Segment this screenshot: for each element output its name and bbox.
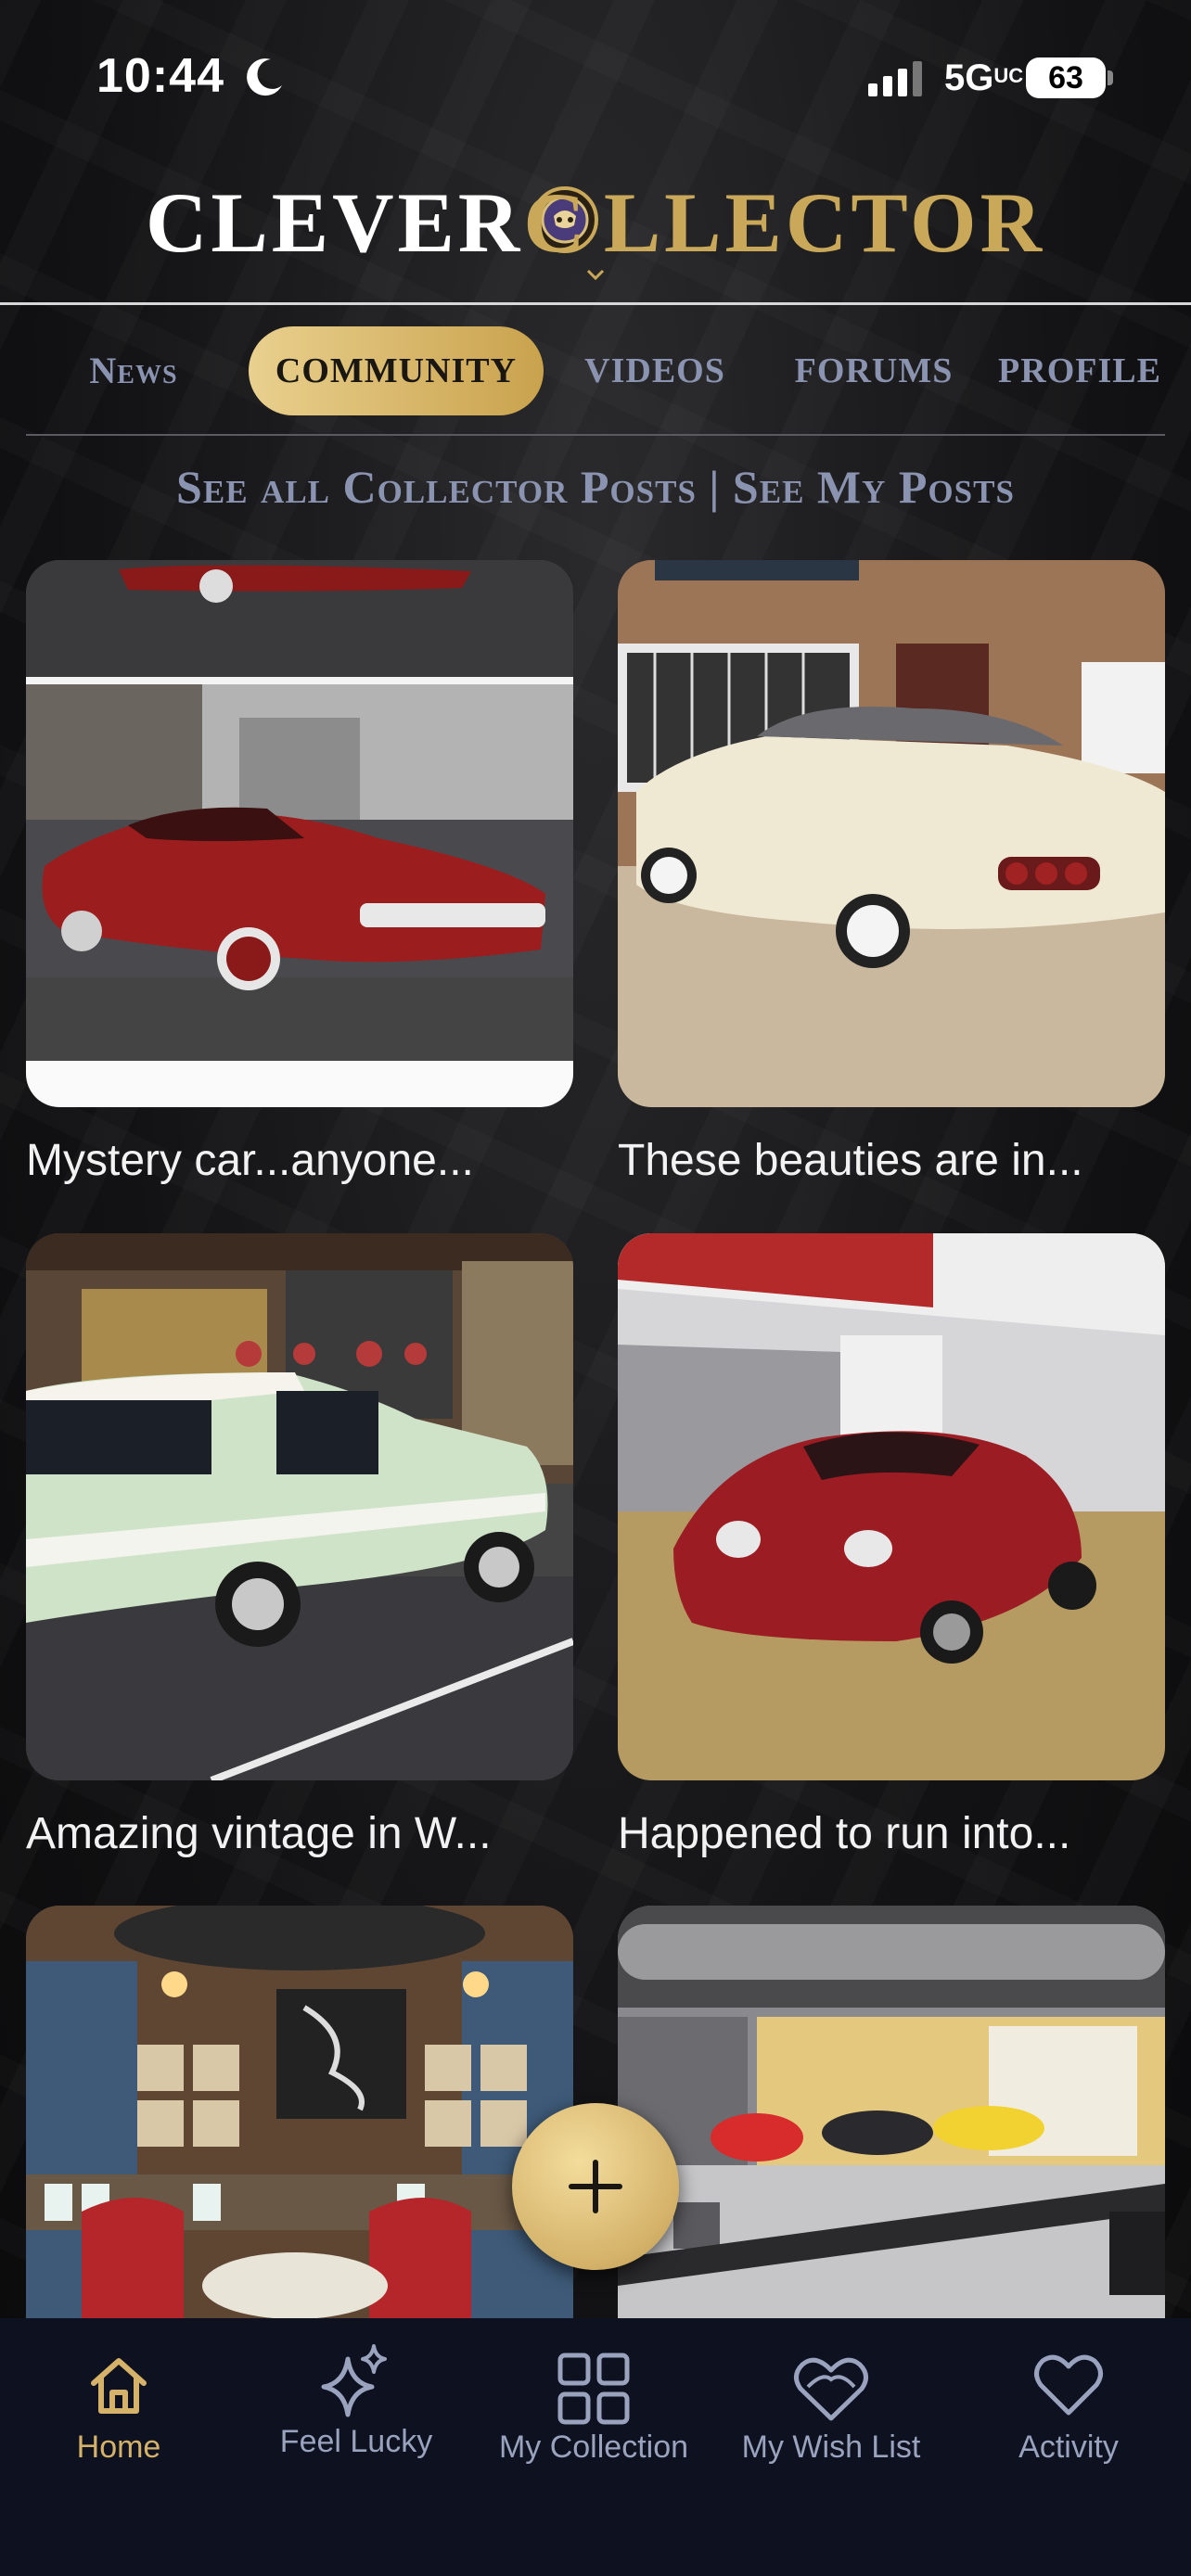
header-divider	[0, 302, 1191, 305]
post-image[interactable]	[26, 1906, 573, 2318]
links-separator: |	[709, 461, 721, 513]
posts-filter-links: See all Collector Posts | See My Posts	[0, 460, 1191, 514]
nav-activity[interactable]: Activity	[950, 2337, 1187, 2522]
app-screen: 10:44 5GUC 63 CLEVERC LLECTOR News COMMU…	[0, 0, 1191, 2576]
see-my-posts-link[interactable]: See My Posts	[733, 461, 1015, 513]
nav-my-wish-list[interactable]: My Wish List	[712, 2337, 950, 2522]
tab-news[interactable]: News	[58, 326, 210, 415]
post-image[interactable]	[618, 1233, 1165, 1780]
heart-icon	[1034, 2354, 1103, 2416]
post-image[interactable]	[26, 1233, 573, 1780]
post-image[interactable]	[618, 1906, 1165, 2318]
bottom-navigation: Home Feel Lucky My Collection My Wish Li…	[0, 2318, 1191, 2576]
nav-my-collection[interactable]: My Collection	[475, 2337, 712, 2522]
post-title[interactable]: Happened to run into...	[618, 1808, 1174, 1859]
home-icon	[91, 2358, 147, 2414]
battery-nub	[1108, 70, 1113, 85]
see-all-posts-link[interactable]: See all Collector Posts	[176, 461, 697, 513]
tab-forums[interactable]: FORUMS	[790, 326, 957, 415]
post-title[interactable]: Amazing vintage in W...	[26, 1808, 583, 1859]
post-image[interactable]	[618, 560, 1165, 1107]
nav-label: Home	[76, 2429, 161, 2465]
plus-icon	[569, 2160, 622, 2213]
nav-label: My Collection	[498, 2429, 689, 2465]
chevron-down-icon[interactable]	[586, 269, 605, 280]
grid-icon	[557, 2353, 630, 2425]
tab-profile[interactable]: PROFILE	[996, 326, 1163, 415]
nav-home[interactable]: Home	[0, 2337, 237, 2522]
nav-label: Feel Lucky	[279, 2424, 433, 2459]
tab-videos[interactable]: VIDEOS	[571, 326, 738, 415]
network-label: 5GUC	[944, 57, 1024, 98]
signal-icon	[868, 61, 922, 96]
battery-indicator: 63	[1026, 57, 1106, 98]
tab-community[interactable]: COMMUNITY	[249, 326, 544, 415]
post-title[interactable]: Mystery car...anyone...	[26, 1135, 583, 1186]
add-post-button[interactable]	[512, 2103, 679, 2270]
post-title[interactable]: These beauties are in...	[618, 1135, 1174, 1186]
status-bar: 10:44 5GUC 63	[0, 0, 1191, 158]
post-image[interactable]	[26, 560, 573, 1107]
status-time: 10:44	[96, 49, 224, 103]
tabs-divider	[26, 434, 1165, 436]
heart-outline-icon	[794, 2357, 868, 2421]
nav-feel-lucky[interactable]: Feel Lucky	[237, 2337, 475, 2522]
moon-icon	[247, 58, 282, 96]
sparkles-icon	[321, 2344, 387, 2417]
top-tabs: News COMMUNITY VIDEOS FORUMS PROFILE	[0, 326, 1191, 415]
nav-label: My Wish List	[741, 2429, 921, 2465]
nav-label: Activity	[1018, 2429, 1119, 2465]
brand-logo: CLEVERC LLECTOR	[145, 175, 1046, 270]
